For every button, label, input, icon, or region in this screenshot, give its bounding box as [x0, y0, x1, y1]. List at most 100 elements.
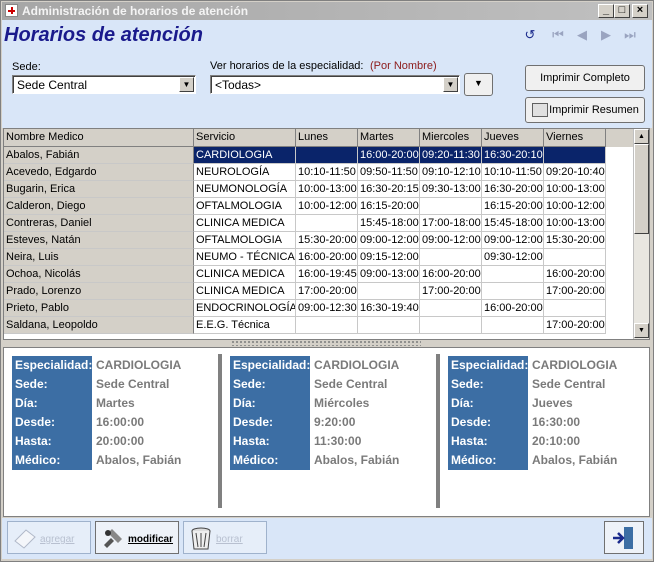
table-row[interactable]: Contreras, Daniel CLINICA MEDICA 15:45-18:…: [4, 215, 634, 232]
cell-martes[interactable]: 15:45-18:00: [358, 215, 420, 232]
cell-lunes[interactable]: [296, 215, 358, 232]
table-row[interactable]: Prado, Lorenzo CLINICA MEDICA 17:00-20:00 1…: [4, 283, 634, 300]
cell-martes[interactable]: 09:00-12:00: [358, 232, 420, 249]
cell-lunes[interactable]: 10:00-12:00: [296, 198, 358, 215]
cell-miercoles[interactable]: 16:00-20:00: [420, 266, 482, 283]
cell-viernes[interactable]: 10:00-13:00: [544, 215, 606, 232]
cell-servicio[interactable]: NEUMO - TÉCNICA: [194, 249, 296, 266]
cell-miercoles[interactable]: [420, 317, 482, 334]
cell-jueves[interactable]: [482, 317, 544, 334]
cell-martes[interactable]: 16:15-20:00: [358, 198, 420, 215]
dropdown-menu-button[interactable]: ▼: [464, 73, 493, 96]
table-row[interactable]: Neira, Luis NEUMO - TÉCNICA 16:00-20:00 09:…: [4, 249, 634, 266]
cell-lunes[interactable]: 10:00-13:00: [296, 181, 358, 198]
undo-icon[interactable]: ↺: [522, 27, 538, 43]
cell-nombre[interactable]: Abalos, Fabián: [4, 147, 194, 164]
cell-jueves[interactable]: 16:00-20:00: [482, 300, 544, 317]
cell-jueves[interactable]: 09:30-12:00: [482, 249, 544, 266]
col-header-jueves[interactable]: Jueves: [482, 129, 544, 147]
previous-record-icon[interactable]: ◀: [574, 27, 590, 43]
table-row[interactable]: Acevedo, Edgardo NEUROLOGÍA 10:10-11:50 09:…: [4, 164, 634, 181]
table-row[interactable]: Esteves, Natán OFTALMOLOGIA 15:30-20:00 09:…: [4, 232, 634, 249]
cell-nombre[interactable]: Calderon, Diego: [4, 198, 194, 215]
cell-nombre[interactable]: Acevedo, Edgardo: [4, 164, 194, 181]
cell-viernes[interactable]: [544, 249, 606, 266]
cell-martes[interactable]: 09:50-11:50: [358, 164, 420, 181]
scroll-down-icon[interactable]: ▼: [634, 323, 649, 338]
cell-lunes[interactable]: 15:30-20:00: [296, 232, 358, 249]
col-header-martes[interactable]: Martes: [358, 129, 420, 147]
cell-lunes[interactable]: [296, 147, 358, 164]
col-header-viernes[interactable]: Viernes: [544, 129, 606, 147]
cell-lunes[interactable]: 16:00-19:45: [296, 266, 358, 283]
maximize-button[interactable]: □: [614, 4, 630, 18]
cell-viernes[interactable]: 10:00-12:00: [544, 198, 606, 215]
table-row[interactable]: Calderon, Diego OFTALMOLOGIA 10:00-12:00 16…: [4, 198, 634, 215]
table-row[interactable]: Abalos, Fabián CARDIOLOGIA 16:00-20:00 09:2…: [4, 147, 634, 164]
cell-nombre[interactable]: Prado, Lorenzo: [4, 283, 194, 300]
cell-martes[interactable]: 09:15-12:00: [358, 249, 420, 266]
cell-jueves[interactable]: 16:15-20:00: [482, 198, 544, 215]
cell-viernes[interactable]: [544, 300, 606, 317]
cell-miercoles[interactable]: [420, 249, 482, 266]
cell-lunes[interactable]: 10:10-11:50: [296, 164, 358, 181]
cell-miercoles[interactable]: 17:00-18:00: [420, 215, 482, 232]
cell-miercoles[interactable]: [420, 300, 482, 317]
cell-jueves[interactable]: [482, 266, 544, 283]
grid-scrollbar[interactable]: ▲ ▼: [633, 129, 649, 339]
cell-martes[interactable]: 09:00-13:00: [358, 266, 420, 283]
cell-servicio[interactable]: NEUMONOLOGÍA: [194, 181, 296, 198]
cell-nombre[interactable]: Bugarin, Erica: [4, 181, 194, 198]
col-header-miercoles[interactable]: Miercoles: [420, 129, 482, 147]
cell-viernes[interactable]: 17:00-20:00: [544, 283, 606, 300]
cell-viernes[interactable]: 15:30-20:00: [544, 232, 606, 249]
cell-nombre[interactable]: Contreras, Daniel: [4, 215, 194, 232]
cell-servicio[interactable]: CLINICA MEDICA: [194, 283, 296, 300]
cell-servicio[interactable]: E.E.G. Técnica: [194, 317, 296, 334]
table-row[interactable]: Saldana, Leopoldo E.E.G. Técnica 17:00-20:…: [4, 317, 634, 334]
next-record-icon[interactable]: ▶: [598, 27, 614, 43]
last-record-icon[interactable]: ⏭: [622, 27, 638, 43]
exit-button[interactable]: [604, 521, 644, 554]
cell-servicio[interactable]: CLINICA MEDICA: [194, 266, 296, 283]
cell-viernes[interactable]: 16:00-20:00: [544, 266, 606, 283]
cell-martes[interactable]: 16:30-20:15: [358, 181, 420, 198]
delete-button[interactable]: borrar: [183, 521, 267, 554]
cell-miercoles[interactable]: [420, 198, 482, 215]
cell-jueves[interactable]: 10:10-11:50: [482, 164, 544, 181]
cell-martes[interactable]: [358, 283, 420, 300]
print-full-button[interactable]: Imprimir Completo: [525, 65, 645, 91]
cell-martes[interactable]: 16:00-20:00: [358, 147, 420, 164]
cell-nombre[interactable]: Ochoa, Nicolás: [4, 266, 194, 283]
cell-servicio[interactable]: NEUROLOGÍA: [194, 164, 296, 181]
scroll-thumb[interactable]: [634, 144, 649, 234]
cell-viernes[interactable]: 09:20-10:40: [544, 164, 606, 181]
modify-button[interactable]: modificar: [95, 521, 179, 554]
cell-jueves[interactable]: 15:45-18:00: [482, 215, 544, 232]
cell-servicio[interactable]: OFTALMOLOGIA: [194, 198, 296, 215]
schedule-grid[interactable]: Nombre Medico Servicio Lunes Martes Mier…: [3, 128, 650, 340]
cell-viernes[interactable]: [544, 147, 606, 164]
cell-nombre[interactable]: Prieto, Pablo: [4, 300, 194, 317]
cell-jueves[interactable]: 16:30-20:10: [482, 147, 544, 164]
chevron-down-icon[interactable]: ▼: [443, 77, 458, 92]
cell-nombre[interactable]: Esteves, Natán: [4, 232, 194, 249]
table-row[interactable]: Ochoa, Nicolás CLINICA MEDICA 16:00-19:45 0…: [4, 266, 634, 283]
cell-servicio[interactable]: ENDOCRINOLOGÍA: [194, 300, 296, 317]
cell-jueves[interactable]: [482, 283, 544, 300]
cell-lunes[interactable]: 16:00-20:00: [296, 249, 358, 266]
cell-lunes[interactable]: 09:00-12:30: [296, 300, 358, 317]
close-button[interactable]: ×: [632, 4, 648, 18]
cell-jueves[interactable]: 09:00-12:00: [482, 232, 544, 249]
cell-martes[interactable]: [358, 317, 420, 334]
first-record-icon[interactable]: ⏮: [550, 27, 566, 43]
print-summary-button[interactable]: Imprimir Resumen: [525, 97, 645, 123]
cell-miercoles[interactable]: 09:10-12:10: [420, 164, 482, 181]
col-header-servicio[interactable]: Servicio: [194, 129, 296, 147]
cell-lunes[interactable]: 17:00-20:00: [296, 283, 358, 300]
chevron-down-icon[interactable]: ▼: [179, 77, 194, 92]
cell-nombre[interactable]: Neira, Luis: [4, 249, 194, 266]
cell-viernes[interactable]: 17:00-20:00: [544, 317, 606, 334]
table-row[interactable]: Bugarin, Erica NEUMONOLOGÍA 10:00-13:00 16:…: [4, 181, 634, 198]
cell-viernes[interactable]: 10:00-13:00: [544, 181, 606, 198]
